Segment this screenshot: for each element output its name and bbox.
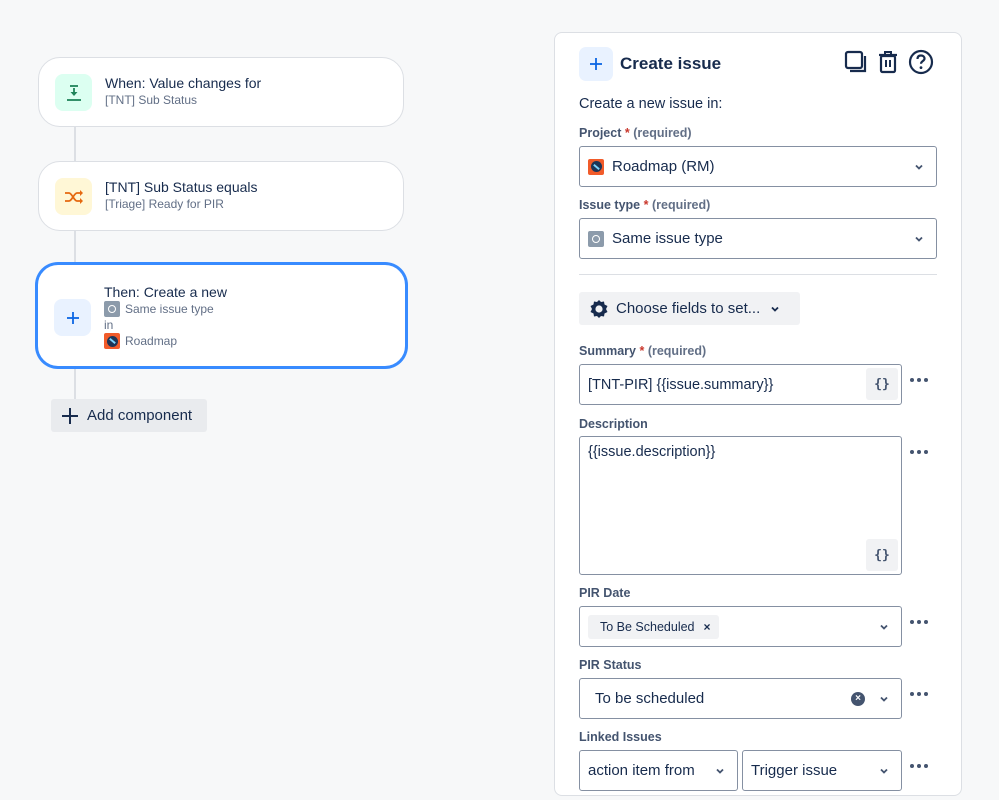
smart-value-button[interactable]: {} [866, 539, 898, 571]
issue-type-select-value: Same issue type [612, 230, 723, 247]
required-star: * [635, 344, 645, 358]
description-value: {{issue.description}} [588, 444, 716, 460]
choose-fields-button[interactable]: Choose fields to set... [579, 292, 800, 325]
required-star: * [640, 198, 649, 212]
trigger-subtitle: [TNT] Sub Status [105, 93, 198, 107]
flow-connector [74, 230, 76, 266]
issue-type-icon [588, 230, 604, 247]
required-text: (required) [651, 198, 711, 212]
pir-date-tag: To Be Scheduled × [588, 614, 719, 639]
action-issue-type: Same issue type [104, 301, 227, 317]
add-component-button[interactable]: Add component [51, 399, 207, 432]
required-star: * [621, 126, 630, 140]
summary-more-button[interactable] [910, 375, 932, 385]
pir-status-select[interactable]: To be scheduled × [579, 678, 902, 719]
action-project-label: Roadmap [125, 334, 178, 348]
plus-icon [54, 299, 91, 336]
summary-input[interactable]: [TNT-PIR] {{issue.summary}} {} [579, 364, 902, 405]
trash-icon[interactable] [876, 50, 900, 74]
panel-title: Create issue [620, 54, 722, 73]
action-issue-type-label: Same issue type [125, 302, 214, 316]
trigger-title: When: Value changes for [105, 75, 262, 91]
field-value-changed-icon [55, 74, 92, 111]
chevron-down-icon [915, 164, 923, 170]
pir-date-label: PIR Date [579, 586, 631, 600]
pir-status-label: PIR Status [579, 658, 642, 672]
trigger-node[interactable]: When: Value changes for [TNT] Sub Status [38, 57, 404, 127]
pir-status-value: To be scheduled [595, 690, 705, 707]
chevron-down-icon [880, 696, 888, 702]
action-in-label: in [104, 318, 114, 332]
chevron-down-icon [771, 306, 779, 312]
project-label: Project * (required) [579, 126, 692, 140]
create-in-intro: Create a new issue in: [579, 96, 723, 112]
project-select-value: Roadmap (RM) [612, 158, 715, 175]
link-target-value: Trigger issue [751, 762, 838, 779]
project-label-text: Project [579, 126, 622, 140]
chevron-down-icon [915, 236, 923, 242]
panel-header: Create issue [579, 47, 721, 81]
flow-connector [74, 366, 76, 400]
plus-icon [62, 407, 78, 424]
divider [579, 274, 937, 275]
help-icon[interactable] [908, 49, 934, 75]
panel-actions [844, 49, 934, 75]
action-project: Roadmap [104, 333, 227, 349]
duplicate-icon[interactable] [844, 50, 868, 74]
summary-label-text: Summary [579, 344, 636, 358]
description-more-button[interactable] [910, 447, 932, 457]
chevron-down-icon [716, 768, 724, 774]
required-text: (required) [647, 344, 707, 358]
linked-issues-label: Linked Issues [579, 730, 662, 744]
description-label: Description [579, 417, 648, 431]
link-target-select[interactable]: Trigger issue [742, 750, 902, 791]
condition-subtitle: [Triage] Ready for PIR [105, 197, 224, 211]
pir-date-select[interactable]: To Be Scheduled × [579, 606, 902, 647]
clear-icon[interactable]: × [851, 691, 865, 706]
summary-label: Summary * (required) [579, 344, 706, 358]
issue-type-icon [104, 301, 120, 317]
add-component-label: Add component [87, 407, 193, 424]
link-type-value: action item from [588, 762, 695, 779]
create-issue-panel: Create issue Create a new issue in: Proj… [554, 32, 962, 796]
chevron-down-icon [880, 768, 888, 774]
smart-value-button[interactable]: {} [866, 368, 898, 400]
project-avatar-icon [588, 158, 604, 175]
project-select[interactable]: Roadmap (RM) [579, 146, 937, 187]
pir-date-tag-label: To Be Scheduled [600, 619, 695, 634]
shuffle-condition-icon [55, 178, 92, 215]
issue-type-label-text: Issue type [579, 198, 641, 212]
issue-type-label: Issue type * (required) [579, 198, 710, 212]
required-text: (required) [633, 126, 692, 140]
condition-title: [TNT] Sub Status equals [105, 179, 258, 195]
linked-issues-more-button[interactable] [910, 761, 932, 771]
choose-fields-label: Choose fields to set... [616, 300, 761, 317]
pir-date-more-button[interactable] [910, 617, 932, 627]
link-type-select[interactable]: action item from [579, 750, 738, 791]
action-title: Then: Create a new [104, 284, 227, 300]
issue-type-select[interactable]: Same issue type [579, 218, 937, 259]
chevron-down-icon [880, 624, 888, 630]
action-node[interactable]: Then: Create a new Same issue type in Ro… [36, 263, 407, 368]
summary-input-value: [TNT-PIR] {{issue.summary}} [588, 376, 774, 393]
flow-connector [74, 126, 76, 162]
condition-node[interactable]: [TNT] Sub Status equals [Triage] Ready f… [38, 161, 404, 231]
description-textarea[interactable]: {{issue.description}} {} [579, 436, 902, 575]
gear-icon [590, 299, 608, 318]
project-avatar-icon [104, 333, 120, 349]
remove-tag-icon[interactable]: × [704, 620, 711, 634]
plus-icon [579, 47, 613, 81]
pir-status-more-button[interactable] [910, 689, 932, 699]
